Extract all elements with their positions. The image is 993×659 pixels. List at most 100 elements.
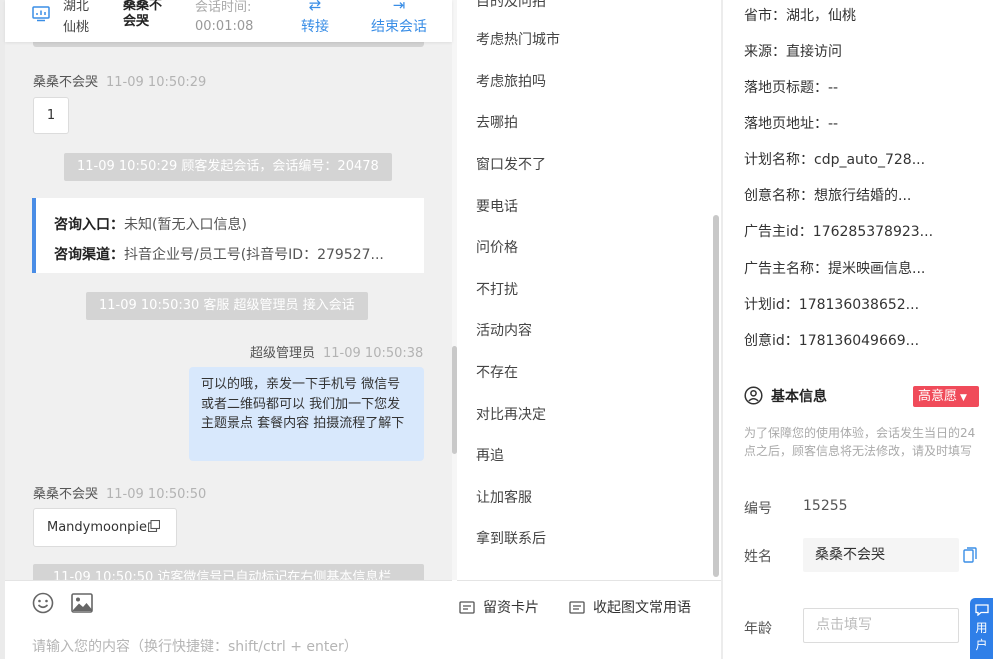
- message-composer[interactable]: 请输入您的内容（换行快捷键：shift/ctrl + enter）: [5, 580, 452, 659]
- info-label: 广告主名称：: [744, 261, 828, 277]
- consult-source-card: 咨询入口：未知(暂无入口信息) 咨询渠道：抖音企业号/员工号(抖音号ID：279…: [32, 198, 424, 273]
- info-label: 创意id：: [744, 333, 799, 349]
- info-row-advertiser-id: 广告主id：176285378923...: [744, 221, 933, 241]
- info-value: 湖北，仙桃: [786, 8, 856, 24]
- info-label: 落地页标题：: [744, 80, 828, 96]
- float-button-label: 用户: [975, 621, 988, 652]
- edit-notice: 为了保障您的使用体验，会话发生当日的24点之后，顾客信息将无法修改，请及时填写: [744, 426, 976, 458]
- id-label: 编号: [744, 501, 772, 517]
- user-panel-float-button[interactable]: 用户: [970, 598, 993, 659]
- chat-panel: 桑桑不会哭 11-09 10:50:29 1 11-09 10:50:29 顾客发…: [0, 0, 457, 659]
- info-row-landing-url: 落地页地址：--: [744, 113, 838, 133]
- info-value: 178136049669...: [798, 333, 920, 349]
- collapse-phrases-label: 收起图文常用语: [593, 600, 691, 616]
- quick-reply-item[interactable]: 去哪拍: [476, 112, 518, 132]
- info-label: 省市：: [744, 8, 786, 24]
- consult-channel-row: 咨询渠道：抖音企业号/员工号(抖音号ID：279527...: [54, 240, 414, 270]
- visitor-info-panel: 省市：湖北，仙桃 来源：直接访问 落地页标题：-- 落地页地址：-- 计划名称：…: [723, 0, 993, 659]
- message-meta: 桑桑不会哭 11-09 10:50:29: [33, 71, 206, 90]
- quick-reply-item[interactable]: 再追: [476, 445, 504, 465]
- quick-reply-item[interactable]: 考虑热门城市: [476, 29, 560, 49]
- info-value: 176285378923...: [812, 224, 934, 240]
- quick-reply-item[interactable]: 要电话: [476, 196, 518, 216]
- section-title-text: 基本信息: [771, 389, 827, 405]
- intent-dropdown[interactable]: 高意愿 ▼: [913, 386, 979, 407]
- message-meta: 超级管理员 11-09 10:50:38: [250, 342, 423, 361]
- info-row-plan-id: 计划id：178136038652...: [744, 294, 919, 314]
- image-icon[interactable]: [71, 593, 93, 613]
- copy-icon[interactable]: [963, 547, 977, 563]
- message-list-icon: [569, 601, 585, 614]
- info-label: 创意名称：: [744, 188, 814, 204]
- exit-icon: ⇥: [392, 0, 406, 14]
- info-row-advertiser-name: 广告主名称：提米映画信息...: [744, 258, 925, 278]
- quick-reply-item[interactable]: 不打扰: [476, 279, 518, 299]
- consult-entry-row: 咨询入口：未知(暂无入口信息): [54, 210, 414, 240]
- lead-card-button[interactable]: 留资卡片: [459, 597, 539, 617]
- quick-reply-actions: 留资卡片 收起图文常用语: [457, 580, 721, 659]
- end-session-button[interactable]: ⇥ 结束会话: [367, 0, 431, 36]
- session-time-label: 会话时间:: [195, 0, 252, 15]
- info-row-source: 来源：直接访问: [744, 41, 842, 61]
- info-label: 广告主id：: [744, 224, 813, 240]
- message-time: 11-09 10:50:29: [106, 75, 207, 90]
- quick-reply-item[interactable]: 问价格: [476, 237, 518, 257]
- info-row-landing-title: 落地页标题：--: [744, 77, 838, 97]
- info-label: 来源：: [744, 44, 786, 60]
- sender-name: 桑桑不会哭: [33, 487, 99, 502]
- quick-reply-item[interactable]: 窗口发不了: [476, 154, 546, 174]
- message-time: 11-09 10:50:38: [323, 346, 424, 361]
- field-label: 咨询渠道：: [54, 247, 124, 263]
- info-value: cdp_auto_728...: [814, 152, 926, 168]
- name-label: 姓名: [744, 549, 772, 565]
- info-value: 想旅行结婚的...: [814, 188, 912, 204]
- age-input[interactable]: 点击填写: [803, 608, 959, 643]
- message-meta: 桑桑不会哭 11-09 10:50:50: [33, 483, 206, 502]
- card-icon: [459, 601, 475, 614]
- transfer-button[interactable]: ⇄ 转接: [295, 0, 335, 36]
- system-notice: 11-09 10:50:29 顾客发起会话，会话编号：20478: [64, 153, 392, 181]
- user-circle-icon: [744, 386, 763, 405]
- info-label: 计划名称：: [744, 152, 814, 168]
- quick-reply-panel: 目的及问拍 考虑热门城市 考虑旅拍吗 去哪拍 窗口发不了 要电话 问价格 不打扰…: [457, 0, 721, 659]
- chat-bubble-icon: [974, 604, 989, 616]
- caret-down-icon: ▼: [960, 393, 967, 403]
- quick-reply-item[interactable]: 拿到联系后: [476, 528, 546, 548]
- info-value: 178136038652...: [798, 297, 920, 313]
- message-input[interactable]: 请输入您的内容（换行快捷键：shift/ctrl + enter）: [32, 636, 358, 656]
- message-text: Mandymoonpie: [47, 520, 148, 535]
- quick-reply-list[interactable]: 目的及问拍 考虑热门城市 考虑旅拍吗 去哪拍 窗口发不了 要电话 问价格 不打扰…: [457, 0, 713, 580]
- info-row-plan-name: 计划名称：cdp_auto_728...: [744, 149, 925, 169]
- info-row-creative-id: 创意id：178136049669...: [744, 330, 919, 350]
- visitor-message-bubble: 1: [33, 97, 69, 134]
- quick-reply-item[interactable]: 对比再决定: [476, 404, 546, 424]
- info-value: 直接访问: [786, 44, 842, 60]
- emoji-icon[interactable]: [32, 592, 54, 614]
- info-label: 落地页地址：: [744, 116, 828, 132]
- agent-message-bubble: 可以的哦，亲发一下手机号 微信号或者二维码都可以 我们加一下您发主题景点 套餐内…: [189, 367, 424, 461]
- name-field[interactable]: 桑桑不会哭: [803, 538, 959, 572]
- info-value: --: [828, 80, 839, 96]
- info-row-creative-name: 创意名称：想旅行结婚的...: [744, 185, 911, 205]
- basic-info-title: 基本信息: [744, 386, 827, 406]
- system-notice: 11-09 10:50:50 访客微信号已自动标记在右侧基本信息栏: [33, 564, 424, 580]
- quick-reply-item[interactable]: 让加客服: [476, 487, 532, 507]
- age-label: 年龄: [744, 621, 772, 637]
- field-value: 抖音企业号/员工号(抖音号ID：279527...: [124, 247, 384, 263]
- message-list[interactable]: 桑桑不会哭 11-09 10:50:29 1 11-09 10:50:29 顾客发…: [5, 0, 452, 580]
- quick-reply-scrollbar[interactable]: [713, 215, 719, 577]
- sender-name: 超级管理员: [250, 346, 316, 361]
- info-label: 计划id：: [744, 297, 799, 313]
- info-value: 提米映画信息...: [828, 261, 926, 277]
- copy-icon[interactable]: [147, 519, 161, 533]
- quick-reply-item[interactable]: 目的及问拍: [476, 0, 546, 11]
- collapse-phrases-button[interactable]: 收起图文常用语: [569, 597, 691, 617]
- sender-name: 桑桑不会哭: [33, 75, 99, 90]
- visitor-message-bubble: Mandymoonpie: [33, 508, 177, 547]
- quick-reply-item[interactable]: 活动内容: [476, 320, 532, 340]
- quick-reply-item[interactable]: 考虑旅拍吗: [476, 71, 546, 91]
- transfer-icon: ⇄: [308, 0, 322, 14]
- lead-card-label: 留资卡片: [483, 600, 539, 616]
- id-value: 15255: [803, 498, 848, 514]
- quick-reply-item[interactable]: 不存在: [476, 362, 518, 382]
